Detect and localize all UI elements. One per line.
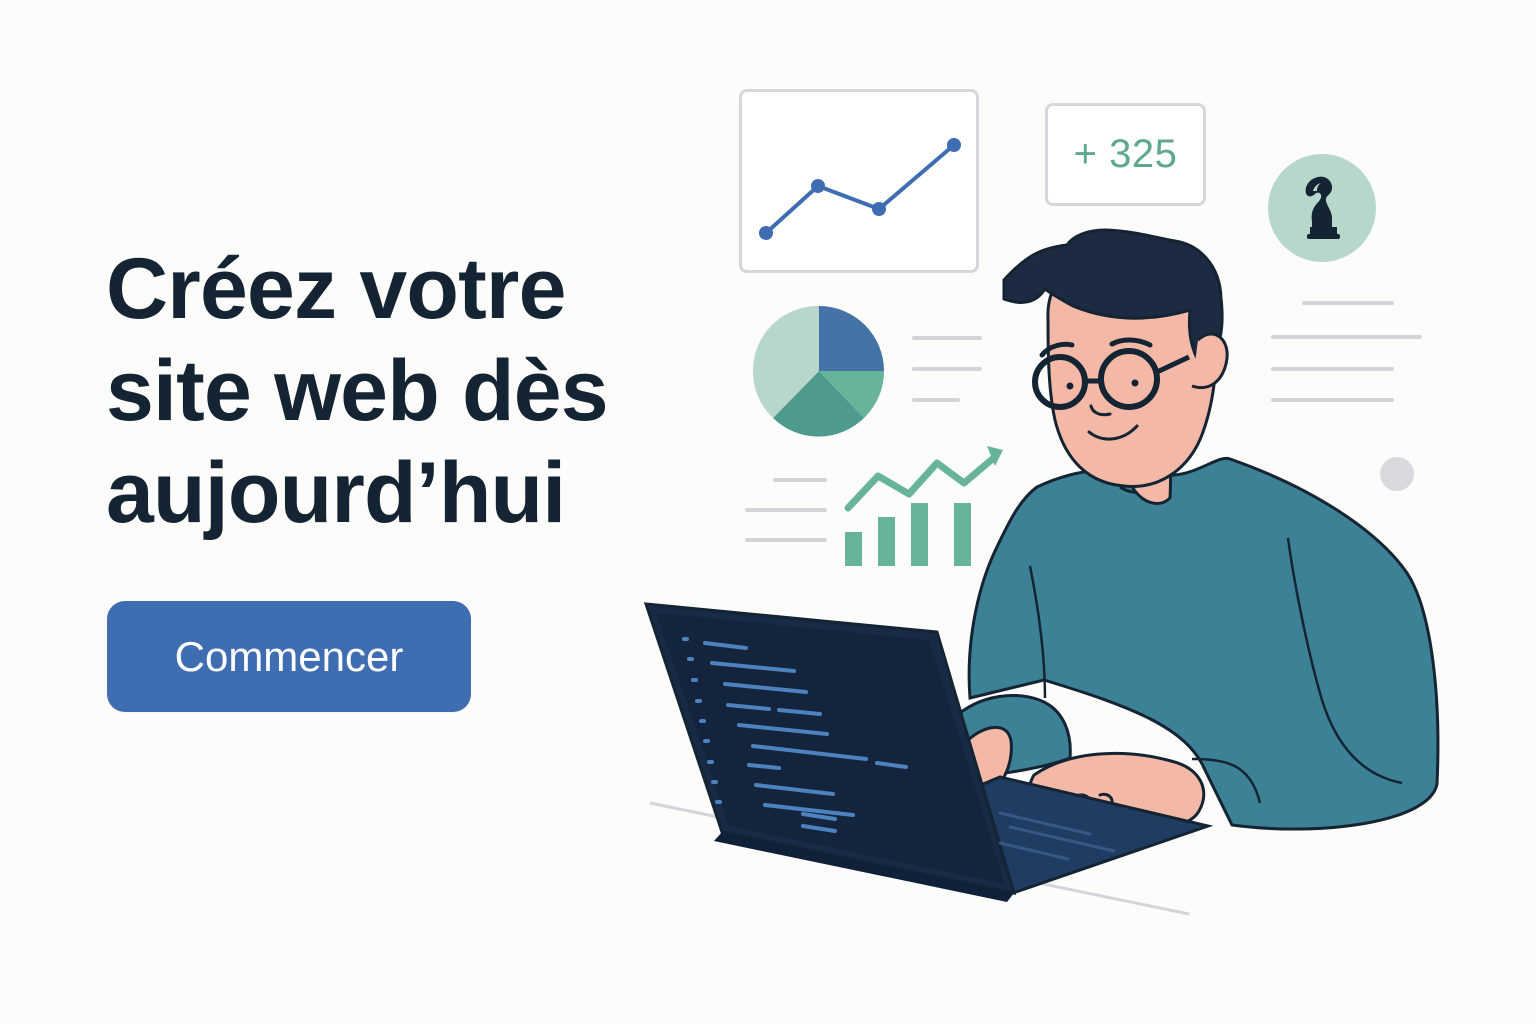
line-chart-card xyxy=(739,89,979,273)
line-chart-icon xyxy=(759,138,961,240)
hero-title: Créez votre site web dès aujourd’hui xyxy=(106,238,706,544)
start-button[interactable]: Commencer xyxy=(107,601,471,712)
landing-page: Créez votre site web dès aujourd’hui Com… xyxy=(0,0,1536,1024)
hero-title-line-3: aujourd’hui xyxy=(106,445,566,541)
stat-card: + 325 xyxy=(1045,103,1206,206)
hero-title-line-2: site web dès xyxy=(106,343,609,439)
hero-title-line-1: Créez votre xyxy=(106,241,566,337)
stat-value: + 325 xyxy=(1073,132,1178,176)
chess-knight-badge xyxy=(1268,154,1376,262)
person xyxy=(952,228,1440,832)
chess-knight-icon xyxy=(1305,176,1340,239)
